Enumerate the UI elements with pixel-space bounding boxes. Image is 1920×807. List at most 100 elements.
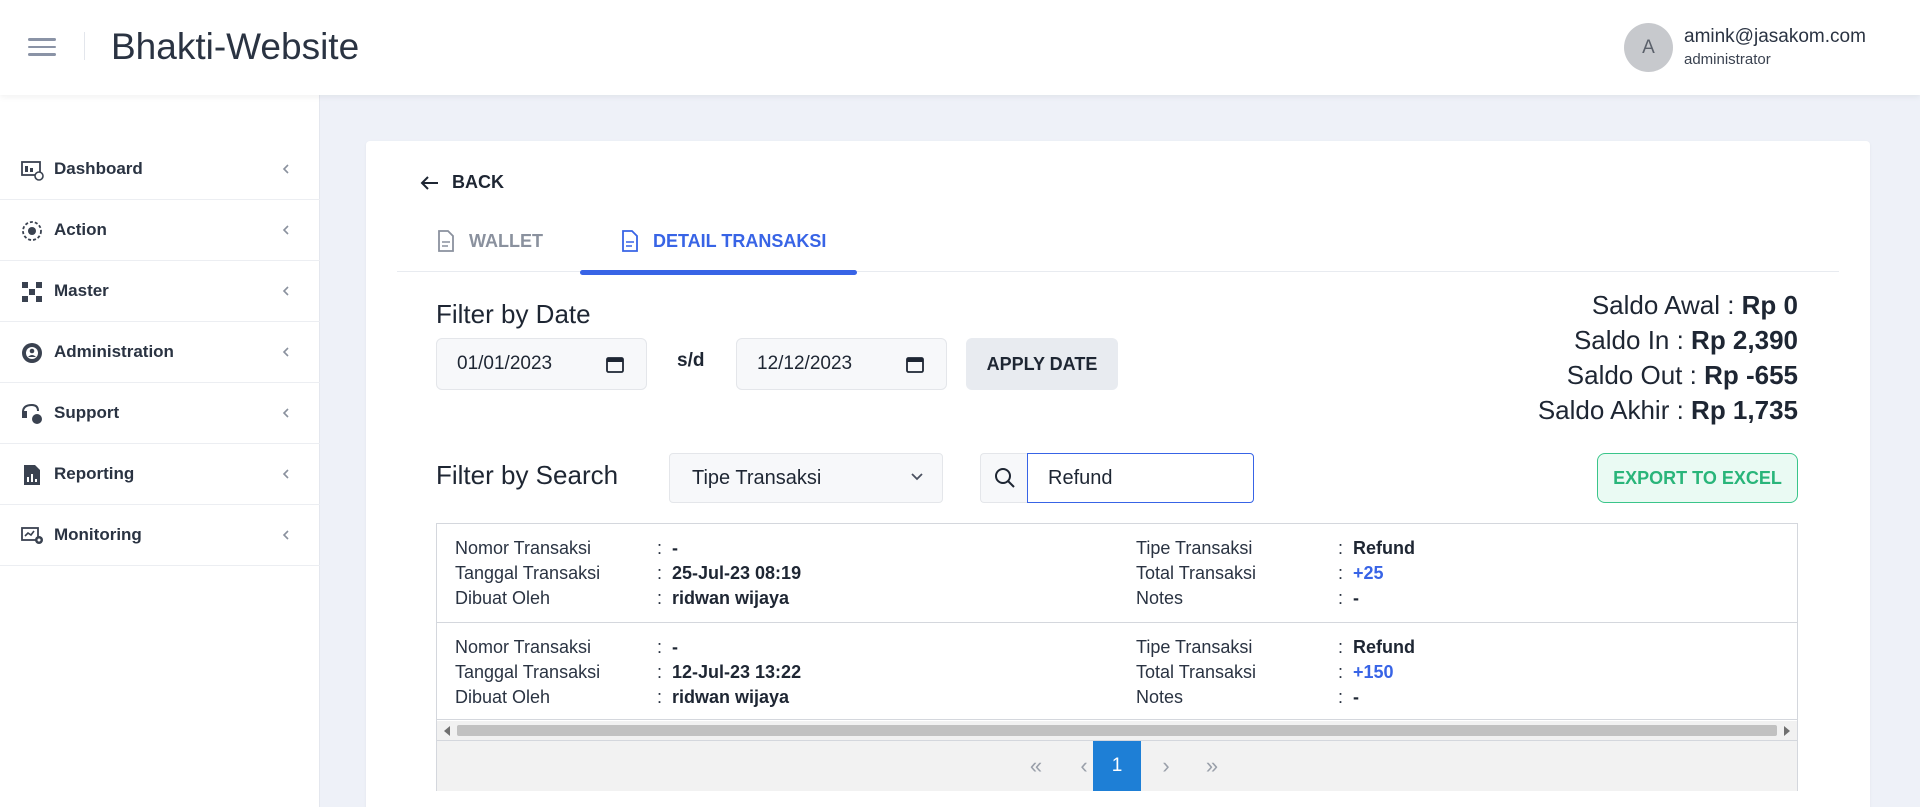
- field-value: 12-Jul-23 13:22: [672, 662, 802, 682]
- saldo-akhir: Saldo Akhir : Rp 1,735: [1538, 395, 1798, 426]
- arrow-left-icon: [420, 175, 438, 190]
- action-icon: [22, 221, 42, 241]
- saldo-awal: Saldo Awal : Rp 0: [1592, 290, 1798, 321]
- sidebar-item-support[interactable]: Support: [0, 383, 320, 444]
- export-to-excel-button[interactable]: EXPORT TO EXCEL: [1597, 453, 1798, 503]
- field-label: Tipe Transaksi: [1136, 637, 1253, 657]
- scroll-thumb[interactable]: [457, 725, 1777, 736]
- list-item[interactable]: Nomor Transaksi: - Tanggal Transaksi:25-J…: [437, 524, 1797, 623]
- field-label: Notes: [1136, 588, 1184, 608]
- transaction-list: Nomor Transaksi: - Tanggal Transaksi:25-J…: [436, 523, 1798, 791]
- field-value: +150: [1353, 662, 1394, 682]
- sidebar-item-label: Monitoring: [54, 525, 142, 544]
- date-separator: s/d: [677, 350, 705, 371]
- first-page-button[interactable]: «: [1012, 741, 1060, 791]
- sidebar-item-label: Action: [54, 220, 107, 239]
- field-value: -: [672, 637, 678, 657]
- chevron-down-icon: [911, 473, 923, 481]
- saldo-in-label: Saldo In :: [1573, 325, 1692, 355]
- sidebar-item-action[interactable]: Action: [0, 200, 320, 261]
- field-label: Tipe Transaksi: [1136, 538, 1253, 558]
- sidebar-item-label: Reporting: [54, 464, 135, 483]
- calendar-icon[interactable]: [606, 355, 624, 373]
- sidebar-nav: Dashboard Action Master Administration S…: [0, 139, 320, 566]
- scroll-left-arrow[interactable]: [444, 726, 450, 736]
- saldo-akhir-value: Rp 1,735: [1691, 395, 1798, 425]
- menu-icon[interactable]: [28, 38, 56, 58]
- support-icon: [22, 403, 42, 424]
- search-input[interactable]: [1027, 453, 1254, 503]
- field-label: Tanggal Transaksi: [455, 662, 601, 682]
- last-page-button[interactable]: »: [1188, 741, 1236, 791]
- field-value: ridwan wijaya: [672, 588, 790, 608]
- field-label: Total Transaksi: [1136, 563, 1257, 583]
- reporting-icon: [24, 465, 40, 485]
- saldo-out-value: Rp -655: [1704, 360, 1798, 390]
- scroll-right-arrow[interactable]: [1784, 726, 1790, 736]
- field-label: Nomor Transaksi: [455, 538, 592, 558]
- tipe-transaksi-select[interactable]: Tipe Transaksi: [669, 453, 943, 503]
- filter-date-title: Filter by Date: [436, 299, 591, 329]
- saldo-out-label: Saldo Out :: [1566, 360, 1705, 390]
- active-tab-indicator: [580, 270, 857, 275]
- chevron-left-icon: [282, 225, 289, 235]
- date-from-value: 01/01/2023: [457, 353, 553, 374]
- saldo-in-value: Rp 2,390: [1691, 325, 1798, 355]
- field-label: Dibuat Oleh: [455, 687, 551, 707]
- header-divider: [84, 32, 85, 60]
- page-1-button[interactable]: 1: [1093, 741, 1141, 791]
- avatar[interactable]: A: [1624, 23, 1673, 72]
- app-title: Bhakti-Website: [111, 26, 360, 67]
- date-to-input[interactable]: 12/12/2023: [736, 338, 947, 390]
- field-value: 25-Jul-23 08:19: [672, 563, 802, 583]
- user-role: administrator: [1684, 51, 1771, 68]
- sidebar-item-dashboard[interactable]: Dashboard: [0, 139, 320, 200]
- date-to-value: 12/12/2023: [757, 353, 853, 374]
- date-from-input[interactable]: 01/01/2023: [436, 338, 647, 390]
- field-value: -: [1353, 588, 1359, 608]
- sidebar-item-label: Master: [54, 281, 109, 300]
- sidebar-item-monitoring[interactable]: Monitoring: [0, 505, 320, 566]
- field-value: +25: [1353, 563, 1384, 583]
- field-value: Refund: [1353, 538, 1415, 558]
- apply-date-button[interactable]: APPLY DATE: [966, 338, 1118, 390]
- user-email[interactable]: amink@jasakom.com: [1684, 26, 1866, 48]
- field-value: Refund: [1353, 637, 1415, 657]
- chevron-left-icon: [282, 530, 289, 540]
- tab-label: WALLET: [469, 230, 543, 251]
- horizontal-scrollbar[interactable]: [437, 721, 1797, 740]
- chevron-left-icon: [282, 347, 289, 357]
- tab-wallet[interactable]: WALLET: [437, 210, 543, 272]
- chevron-left-icon: [282, 408, 289, 418]
- top-header: Bhakti-Website A amink@jasakom.com admin…: [0, 0, 1920, 95]
- chevron-left-icon: [282, 286, 289, 296]
- field-value: -: [1353, 687, 1359, 707]
- dashboard-icon: [21, 161, 44, 181]
- back-button[interactable]: BACK: [420, 172, 504, 193]
- saldo-out: Saldo Out : Rp -655: [1567, 360, 1798, 391]
- list-item[interactable]: Nomor Transaksi: - Tanggal Transaksi:12-J…: [437, 623, 1797, 720]
- pagination: « ‹ 1 › »: [437, 740, 1797, 791]
- sidebar-item-label: Dashboard: [54, 159, 143, 178]
- sidebar-item-label: Administration: [54, 342, 174, 361]
- monitoring-icon: [21, 527, 43, 544]
- sidebar-item-label: Support: [54, 403, 120, 422]
- field-value: -: [672, 538, 678, 558]
- saldo-awal-value: Rp 0: [1741, 290, 1798, 320]
- search-addon: [980, 453, 1028, 503]
- sidebar-item-master[interactable]: Master: [0, 261, 320, 322]
- field-value: ridwan wijaya: [672, 687, 790, 707]
- tab-detail-transaksi[interactable]: DETAIL TRANSAKSI: [621, 210, 826, 272]
- field-label: Notes: [1136, 687, 1184, 707]
- saldo-in: Saldo In : Rp 2,390: [1574, 325, 1798, 356]
- sidebar: Dashboard Action Master Administration S…: [0, 95, 320, 807]
- field-label: Nomor Transaksi: [455, 637, 592, 657]
- calendar-icon[interactable]: [906, 355, 924, 373]
- next-page-button[interactable]: ›: [1142, 741, 1190, 791]
- sidebar-item-reporting[interactable]: Reporting: [0, 444, 320, 505]
- tab-label: DETAIL TRANSAKSI: [653, 230, 827, 251]
- sidebar-item-administration[interactable]: Administration: [0, 322, 320, 383]
- saldo-awal-label: Saldo Awal :: [1591, 290, 1742, 320]
- chevron-left-icon: [282, 164, 289, 174]
- select-value: Tipe Transaksi: [692, 466, 822, 489]
